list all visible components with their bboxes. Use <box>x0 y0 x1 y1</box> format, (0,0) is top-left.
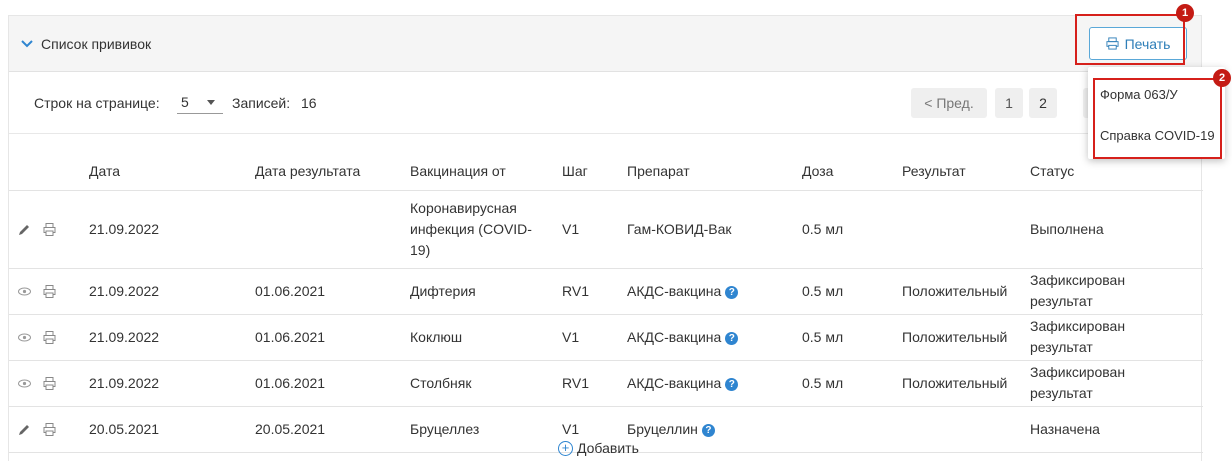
cell-result-date <box>255 190 410 269</box>
cell-dose: 0.5 мл <box>802 360 902 407</box>
column-header-date[interactable]: Дата <box>89 134 255 191</box>
cell-vaccination: Столбняк <box>410 360 562 407</box>
drug-name: АКДС-вакцина <box>627 282 722 299</box>
cell-drug: АКДС-вакцина? <box>627 268 802 315</box>
pagination-bar: Строк на странице: 5 Записей: 16 < Пред.… <box>9 72 1201 134</box>
add-row: + Добавить <box>9 436 1201 461</box>
cell-result: Положительный <box>902 314 1030 361</box>
drug-name: АКДС-вакцина <box>627 328 722 345</box>
cell-result-date: 01.06.2021 <box>255 268 410 315</box>
add-button[interactable]: + Добавить <box>558 440 639 456</box>
cell-date: 21.09.2022 <box>89 314 255 361</box>
table-header-row: Дата Дата результата Вакцинация от Шаг П… <box>9 134 1203 191</box>
table-row[interactable]: 21.09.2022 01.06.2021 Коклюш V1 АКДС-вак… <box>9 314 1203 361</box>
caret-down-icon <box>207 100 215 105</box>
cell-result <box>902 190 1030 269</box>
rows-per-page-select[interactable]: 5 <box>177 90 223 114</box>
column-header-dose[interactable]: Доза <box>802 134 902 191</box>
page-button-2[interactable]: 2 <box>1029 88 1057 118</box>
prev-page-button[interactable]: < Пред. <box>911 88 987 118</box>
cell-step: V1 <box>562 314 627 361</box>
vaccinations-table: Дата Дата результата Вакцинация от Шаг П… <box>9 134 1203 453</box>
column-header-step[interactable]: Шаг <box>562 134 627 191</box>
cell-date: 21.09.2022 <box>89 190 255 269</box>
highlight-frame-print-menu <box>1093 78 1222 159</box>
plus-circle-icon: + <box>558 440 573 456</box>
help-icon[interactable]: ? <box>701 423 715 437</box>
step-marker-1: 1 <box>1176 4 1194 22</box>
printer-icon[interactable] <box>42 222 57 237</box>
records-count: 16 <box>301 95 317 111</box>
cell-vaccination: Дифтерия <box>410 268 562 315</box>
cell-vaccination: Коронавирусная инфекция (COVID-19) <box>410 190 562 269</box>
vaccinations-card: Список прививок Печать Строк на странице… <box>8 15 1203 461</box>
table-row[interactable]: 21.09.2022 Коронавирусная инфекция (COVI… <box>9 190 1203 269</box>
printer-icon[interactable] <box>42 376 57 391</box>
column-header-actions <box>9 134 89 191</box>
cell-drug: Гам-КОВИД-Вак <box>627 190 802 269</box>
table-row[interactable]: 21.09.2022 01.06.2021 Дифтерия RV1 АКДС-… <box>9 268 1203 315</box>
printer-icon[interactable] <box>42 330 57 345</box>
cell-step: V1 <box>562 190 627 269</box>
add-button-label: Добавить <box>577 440 639 456</box>
drug-name: Гам-КОВИД-Вак <box>627 220 732 237</box>
cell-step: RV1 <box>562 268 627 315</box>
cell-status: Зафиксирован результат <box>1030 314 1203 361</box>
cell-dose: 0.5 мл <box>802 314 902 361</box>
drug-name: Бруцеллин <box>627 420 698 437</box>
section-header[interactable]: Список прививок Печать <box>9 16 1201 72</box>
help-icon[interactable]: ? <box>725 331 739 345</box>
cell-result: Положительный <box>902 360 1030 407</box>
cell-result: Положительный <box>902 268 1030 315</box>
table-row[interactable]: 21.09.2022 01.06.2021 Столбняк RV1 АКДС-… <box>9 360 1203 407</box>
column-header-result[interactable]: Результат <box>902 134 1030 191</box>
help-icon[interactable]: ? <box>725 285 739 299</box>
cell-status: Зафиксирован результат <box>1030 360 1203 407</box>
cell-date: 21.09.2022 <box>89 360 255 407</box>
cell-result-date: 01.06.2021 <box>255 314 410 361</box>
cell-step: RV1 <box>562 360 627 407</box>
records-label: Записей: <box>232 95 291 111</box>
row-actions <box>9 190 89 269</box>
eye-icon[interactable] <box>17 376 32 391</box>
rows-per-page-label: Строк на странице: <box>34 95 160 111</box>
cell-dose: 0.5 мл <box>802 268 902 315</box>
column-header-drug[interactable]: Препарат <box>627 134 802 191</box>
cell-drug: АКДС-вакцина? <box>627 360 802 407</box>
drug-name: АКДС-вакцина <box>627 374 722 391</box>
rows-per-page-value: 5 <box>181 94 189 110</box>
column-header-result-date[interactable]: Дата результата <box>255 134 410 191</box>
printer-icon[interactable] <box>42 284 57 299</box>
help-icon[interactable]: ? <box>725 377 739 391</box>
eye-icon[interactable] <box>17 330 32 345</box>
page-button-1[interactable]: 1 <box>995 88 1023 118</box>
highlight-frame-print-button <box>1075 14 1185 65</box>
cell-drug: АКДС-вакцина? <box>627 314 802 361</box>
pencil-icon[interactable] <box>17 222 32 237</box>
cell-vaccination: Коклюш <box>410 314 562 361</box>
eye-icon[interactable] <box>17 284 32 299</box>
column-header-vaccination[interactable]: Вакцинация от <box>410 134 562 191</box>
chevron-down-icon[interactable] <box>20 37 34 51</box>
section-title: Список прививок <box>41 36 152 52</box>
row-actions <box>9 268 89 315</box>
cell-result-date: 01.06.2021 <box>255 360 410 407</box>
cell-dose: 0.5 мл <box>802 190 902 269</box>
row-actions <box>9 314 89 361</box>
row-actions <box>9 360 89 407</box>
step-marker-2: 2 <box>1213 69 1231 87</box>
cell-status: Выполнена <box>1030 190 1203 269</box>
cell-status: Зафиксирован результат <box>1030 268 1203 315</box>
cell-date: 21.09.2022 <box>89 268 255 315</box>
